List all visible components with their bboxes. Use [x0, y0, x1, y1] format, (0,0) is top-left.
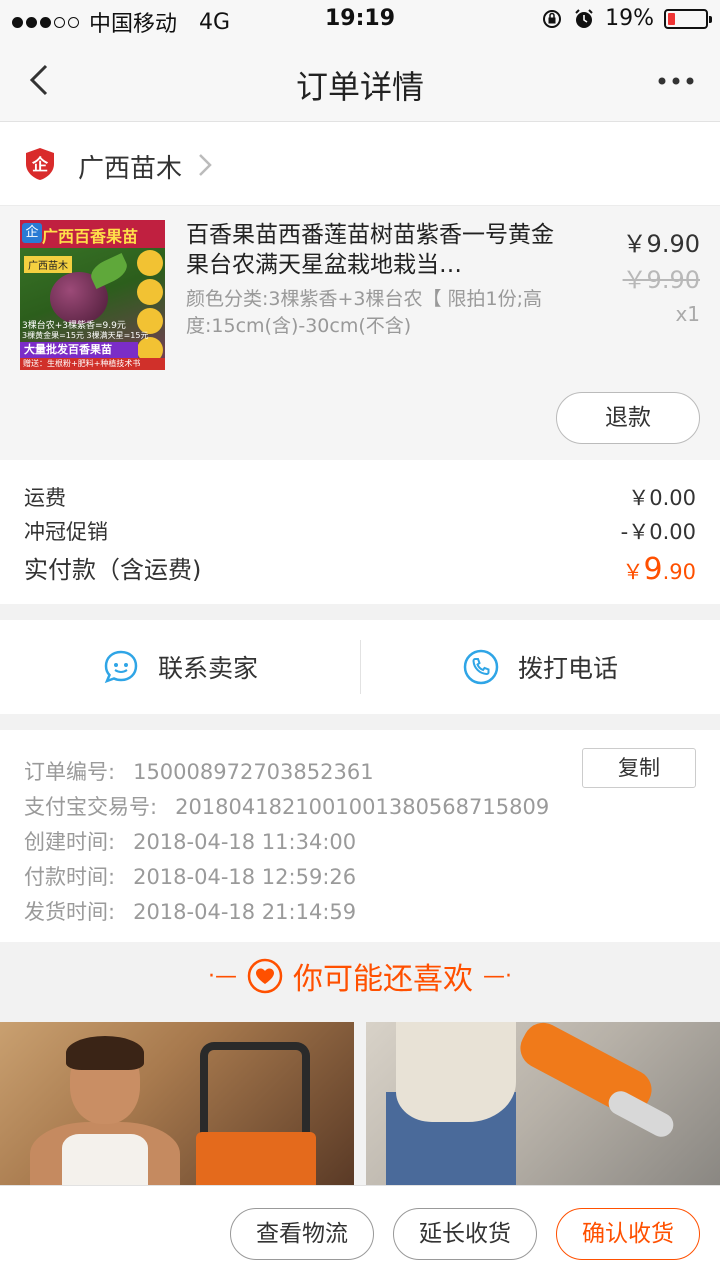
alipay-trade-label: 支付宝交易号: [24, 795, 158, 819]
shipped-time-label: 发货时间: [24, 900, 116, 924]
contact-seller-button[interactable]: 联系卖家 [0, 620, 360, 714]
recommend-deco-left: ·— [208, 963, 237, 989]
recommend-deco-right: —· [483, 963, 512, 989]
nav-bar: 订单详情 [0, 40, 720, 122]
thumb-footer: 赠送：生根粉+肥料+种植技术书 [20, 358, 165, 370]
shipped-time-row: 发货时间: 2018-04-18 21:14:59 [24, 896, 356, 926]
heart-icon [247, 958, 283, 994]
phone-icon [463, 649, 499, 685]
alipay-trade-value: 2018041821001001380568715809 [175, 795, 550, 819]
thumb-title: 广西百香果苗 [42, 227, 139, 246]
thumb-banner: 大量批发百香果苗 [20, 342, 138, 358]
fee-summary: 运费 ￥0.00 冲冠促销 -￥0.00 实付款（含运费) ￥9.90 [0, 460, 720, 604]
paid-time-value: 2018-04-18 12:59:26 [133, 865, 357, 889]
status-bar: 中国移动 4G 19:19 19% [0, 0, 720, 40]
contact-bar: 联系卖家 拨打电话 [0, 620, 720, 714]
refund-button[interactable]: 退款 [556, 392, 700, 444]
confirm-receipt-button[interactable]: 确认收货 [556, 1208, 700, 1260]
promo-value: -￥0.00 [620, 520, 696, 544]
paid-decimal: .90 [662, 560, 696, 584]
thumb-line-2: 3棵黄金果=15元 3棵满天星=15元 [22, 331, 149, 340]
created-time-value: 2018-04-18 11:34:00 [133, 830, 357, 854]
recommend-header: ·— 你可能还喜欢 —· [0, 942, 720, 1022]
battery-icon [664, 8, 712, 29]
created-time-row: 创建时间: 2018-04-18 11:34:00 [24, 826, 356, 856]
chevron-right-icon [199, 154, 212, 176]
contact-seller-label: 联系卖家 [157, 654, 258, 683]
order-info: 订单编号: 150008972703852361 支付宝交易号: 201804182… [0, 730, 720, 942]
product-original-price: ￥9.90 [622, 266, 700, 294]
recommend-item-car-vacuum[interactable] [366, 1022, 720, 1185]
thumb-tag: 广西苗木 [24, 256, 72, 273]
product-thumbnail[interactable]: 企 广西百香果苗 广西苗木 3棵台农+3棵紫香=9.9元 3棵黄金果=15元 3… [20, 220, 165, 370]
paid-amount: ￥9.90 [623, 552, 697, 587]
call-phone-button[interactable]: 拨打电话 [360, 620, 720, 714]
view-logistics-button[interactable]: 查看物流 [230, 1208, 374, 1260]
recommend-title: 你可能还喜欢 [293, 962, 473, 997]
paid-row: 实付款（含运费) ￥9.90 [24, 550, 697, 587]
promo-label: 冲冠促销 [24, 520, 108, 544]
paid-currency: ￥ [622, 560, 644, 584]
product-quantity: x1 [675, 302, 700, 326]
battery-fill [668, 12, 675, 25]
copy-order-button[interactable]: 复制 [582, 748, 696, 788]
call-phone-label: 拨打电话 [517, 654, 618, 683]
shipped-time-value: 2018-04-18 21:14:59 [133, 900, 357, 924]
alipay-trade-row: 支付宝交易号: 2018041821001001380568715809 [24, 791, 549, 821]
paid-time-row: 付款时间: 2018-04-18 12:59:26 [24, 861, 356, 891]
alarm-icon [575, 8, 593, 28]
shop-name: 广西苗木 [78, 154, 183, 184]
shipping-fee-row: 运费 ￥0.00 [24, 482, 696, 512]
order-number-value[interactable]: 150008972703852361 [133, 760, 374, 784]
product-spec: 颜色分类:3棵紫香+3棵台农【 限拍1份;高度:15cm(含)-30cm(不含) [186, 288, 543, 337]
svg-text:企: 企 [31, 155, 49, 174]
shipping-fee-value: ￥0.00 [628, 486, 696, 510]
enterprise-shop-icon: 企 [26, 148, 54, 180]
status-right: 19% [541, 6, 712, 31]
product-item[interactable]: 企 广西百香果苗 广西苗木 3棵台农+3棵紫香=9.9元 3棵黄金果=15元 3… [0, 206, 720, 460]
paid-integer: 9 [643, 552, 663, 587]
paid-label: 实付款（含运费) [24, 556, 202, 584]
order-number-label: 订单编号: [24, 760, 116, 784]
more-dots-icon[interactable] [656, 66, 696, 96]
product-title[interactable]: 百香果苗西番莲苗树苗紫香一号黄金果台农满天星盆栽地栽当… [186, 220, 556, 280]
leaf-image [87, 253, 131, 289]
product-price: ￥9.90 [622, 230, 700, 258]
shipping-fee-label: 运费 [24, 486, 66, 510]
extend-receipt-button[interactable]: 延长收货 [393, 1208, 537, 1260]
recommend-item-pressure-washer[interactable] [0, 1022, 354, 1185]
orientation-lock-icon [543, 9, 562, 28]
thumb-badge: 企 [22, 223, 42, 243]
bottom-action-bar: 查看物流 延长收货 确认收货 [0, 1185, 720, 1280]
thumb-side-badges [137, 250, 163, 365]
order-number-row: 订单编号: 150008972703852361 [24, 756, 374, 786]
battery-percent: 19% [605, 6, 654, 31]
created-time-label: 创建时间: [24, 830, 116, 854]
paid-time-label: 付款时间: [24, 865, 116, 889]
page-title: 订单详情 [295, 68, 424, 106]
chat-bubble-icon [104, 650, 138, 684]
shop-row[interactable]: 企 广西苗木 [0, 122, 720, 206]
promo-row: 冲冠促销 -￥0.00 [24, 516, 696, 546]
